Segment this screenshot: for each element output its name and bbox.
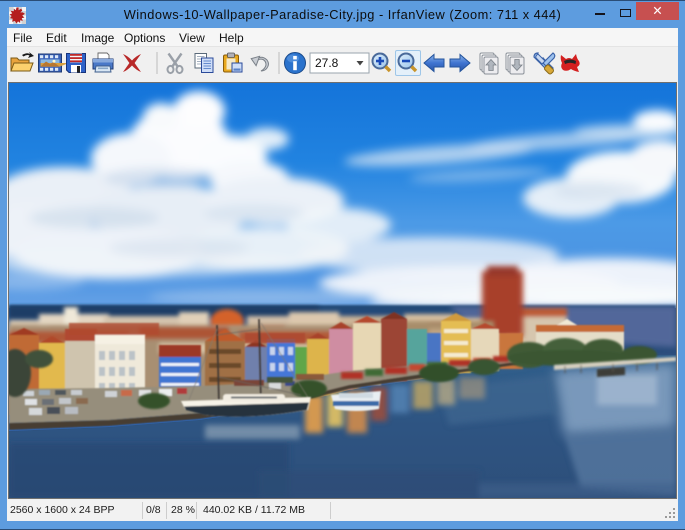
svg-text:27.8: 27.8 (315, 56, 339, 70)
